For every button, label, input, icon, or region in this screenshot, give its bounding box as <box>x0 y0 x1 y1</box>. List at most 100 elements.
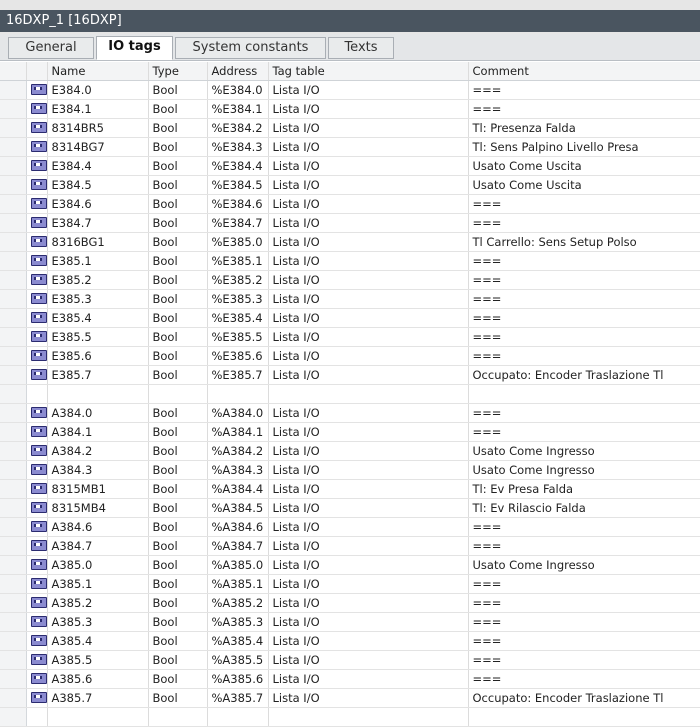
table-row[interactable]: E385.7 Bool %E385.7 Lista I/O Occupato: Enco… <box>0 365 700 385</box>
tag-comment-cell[interactable]: Usato Come Ingresso <box>468 460 700 480</box>
tag-comment-cell[interactable]: Occupato: Encoder Traslazione Tl <box>468 365 700 385</box>
tag-table-cell[interactable]: Lista I/O <box>268 574 469 594</box>
table-row[interactable]: 8315MB1 Bool %A384.4 Lista I/O Tl: Ev Presa … <box>0 479 700 499</box>
tag-name-cell[interactable]: A384.0 <box>47 403 149 423</box>
tag-name-cell[interactable]: E384.1 <box>47 99 149 119</box>
tag-table-cell[interactable]: Lista I/O <box>268 232 469 252</box>
tag-comment-cell[interactable]: Occupato: Encoder Traslazione Tl <box>468 688 700 708</box>
row-selector[interactable] <box>0 441 27 461</box>
tag-table-cell[interactable]: Lista I/O <box>268 688 469 708</box>
tab-general[interactable]: General <box>8 37 94 59</box>
tag-type-cell[interactable]: Bool <box>148 213 208 233</box>
table-row[interactable]: A385.2 Bool %A385.2 Lista I/O === <box>0 593 700 613</box>
row-selector[interactable] <box>0 517 27 537</box>
tag-table-cell[interactable]: Lista I/O <box>268 289 469 309</box>
tag-address-cell[interactable]: %E384.0 <box>207 80 269 100</box>
table-row[interactable]: E385.1 Bool %E385.1 Lista I/O === <box>0 251 700 271</box>
table-row[interactable]: E384.1 Bool %E384.1 Lista I/O === <box>0 99 700 119</box>
tab-system-constants[interactable]: System constants <box>175 37 326 59</box>
tag-address-cell[interactable]: %A385.2 <box>207 593 269 613</box>
tag-table-cell[interactable]: Lista I/O <box>268 612 469 632</box>
tag-name-cell[interactable]: E384.7 <box>47 213 149 233</box>
tag-type-cell[interactable]: Bool <box>148 555 208 575</box>
row-selector[interactable] <box>0 232 27 252</box>
row-selector[interactable] <box>0 80 27 100</box>
tag-table-cell[interactable]: Lista I/O <box>268 156 469 176</box>
tag-table-cell[interactable]: Lista I/O <box>268 650 469 670</box>
row-selector[interactable] <box>0 403 27 423</box>
tag-comment-cell[interactable]: Tl: Presenza Falda <box>468 118 700 138</box>
row-selector[interactable] <box>0 479 27 499</box>
table-row[interactable]: A384.3 Bool %A384.3 Lista I/O Usato Come Ing… <box>0 460 700 480</box>
row-selector[interactable] <box>0 251 27 271</box>
tag-name-cell[interactable]: A384.1 <box>47 422 149 442</box>
tag-address-cell[interactable]: %E384.2 <box>207 118 269 138</box>
tag-comment-cell[interactable]: === <box>468 270 700 290</box>
header-name[interactable]: Name <box>47 62 149 81</box>
tag-type-cell[interactable]: Bool <box>148 441 208 461</box>
tag-table-cell[interactable]: Lista I/O <box>268 536 469 556</box>
tag-address-cell[interactable] <box>207 384 269 404</box>
table-row[interactable]: A385.3 Bool %A385.3 Lista I/O === <box>0 612 700 632</box>
tag-type-cell[interactable]: Bool <box>148 536 208 556</box>
tag-comment-cell[interactable]: === <box>468 194 700 214</box>
tag-table-cell[interactable]: Lista I/O <box>268 441 469 461</box>
tag-type-cell[interactable]: Bool <box>148 156 208 176</box>
table-row[interactable]: E385.3 Bool %E385.3 Lista I/O === <box>0 289 700 309</box>
tag-comment-cell[interactable]: === <box>468 612 700 632</box>
tag-address-cell[interactable]: %E384.3 <box>207 137 269 157</box>
tag-address-cell[interactable]: %E385.7 <box>207 365 269 385</box>
tag-comment-cell[interactable]: === <box>468 650 700 670</box>
table-row[interactable]: A385.1 Bool %A385.1 Lista I/O === <box>0 574 700 594</box>
header-tag-table[interactable]: Tag table <box>268 62 469 81</box>
tag-address-cell[interactable]: %E384.7 <box>207 213 269 233</box>
tag-type-cell[interactable]: Bool <box>148 346 208 366</box>
tag-name-cell[interactable]: A385.0 <box>47 555 149 575</box>
tag-table-cell[interactable]: Lista I/O <box>268 631 469 651</box>
tag-name-cell[interactable] <box>47 707 149 727</box>
tag-name-cell[interactable]: A385.3 <box>47 612 149 632</box>
table-row[interactable]: A385.6 Bool %A385.6 Lista I/O === <box>0 669 700 689</box>
tag-type-cell[interactable]: Bool <box>148 194 208 214</box>
table-row[interactable]: E385.2 Bool %E385.2 Lista I/O === <box>0 270 700 290</box>
tag-table-cell[interactable]: Lista I/O <box>268 80 469 100</box>
tag-comment-cell[interactable]: === <box>468 346 700 366</box>
tag-name-cell[interactable] <box>47 384 149 404</box>
tag-comment-cell[interactable]: Usato Come Uscita <box>468 156 700 176</box>
tag-name-cell[interactable]: E385.1 <box>47 251 149 271</box>
tag-comment-cell[interactable]: === <box>468 631 700 651</box>
tag-name-cell[interactable]: 8314BG7 <box>47 137 149 157</box>
tag-address-cell[interactable] <box>207 707 269 727</box>
tag-type-cell[interactable]: Bool <box>148 593 208 613</box>
tag-comment-cell[interactable] <box>468 384 700 404</box>
tag-comment-cell[interactable] <box>468 707 700 727</box>
tag-table-cell[interactable] <box>268 707 469 727</box>
table-row[interactable]: E385.5 Bool %E385.5 Lista I/O === <box>0 327 700 347</box>
table-row[interactable]: 8316BG1 Bool %E385.0 Lista I/O Tl Carrello: … <box>0 232 700 252</box>
tag-address-cell[interactable]: %A384.7 <box>207 536 269 556</box>
row-selector[interactable] <box>0 631 27 651</box>
tag-table-cell[interactable]: Lista I/O <box>268 517 469 537</box>
tag-address-cell[interactable]: %A385.3 <box>207 612 269 632</box>
tag-address-cell[interactable]: %E384.1 <box>207 99 269 119</box>
tag-table-cell[interactable]: Lista I/O <box>268 137 469 157</box>
table-row[interactable]: A385.5 Bool %A385.5 Lista I/O === <box>0 650 700 670</box>
table-row[interactable]: 8314BG7 Bool %E384.3 Lista I/O Tl: Sens Palp… <box>0 137 700 157</box>
row-selector[interactable] <box>0 365 27 385</box>
tag-address-cell[interactable]: %A384.3 <box>207 460 269 480</box>
table-row[interactable]: A384.0 Bool %A384.0 Lista I/O === <box>0 403 700 423</box>
tag-address-cell[interactable]: %E385.6 <box>207 346 269 366</box>
tag-type-cell[interactable]: Bool <box>148 574 208 594</box>
tag-type-cell[interactable]: Bool <box>148 631 208 651</box>
table-row[interactable]: E385.4 Bool %E385.4 Lista I/O === <box>0 308 700 328</box>
tag-comment-cell[interactable]: Tl: Ev Presa Falda <box>468 479 700 499</box>
tag-address-cell[interactable]: %A384.4 <box>207 479 269 499</box>
tag-address-cell[interactable]: %E384.5 <box>207 175 269 195</box>
tag-table-cell[interactable]: Lista I/O <box>268 118 469 138</box>
tag-name-cell[interactable]: 8315MB1 <box>47 479 149 499</box>
row-selector[interactable] <box>0 498 27 518</box>
tag-name-cell[interactable]: A385.1 <box>47 574 149 594</box>
tag-comment-cell[interactable]: === <box>468 669 700 689</box>
tag-name-cell[interactable]: E385.7 <box>47 365 149 385</box>
table-row[interactable]: E384.0 Bool %E384.0 Lista I/O === <box>0 80 700 100</box>
